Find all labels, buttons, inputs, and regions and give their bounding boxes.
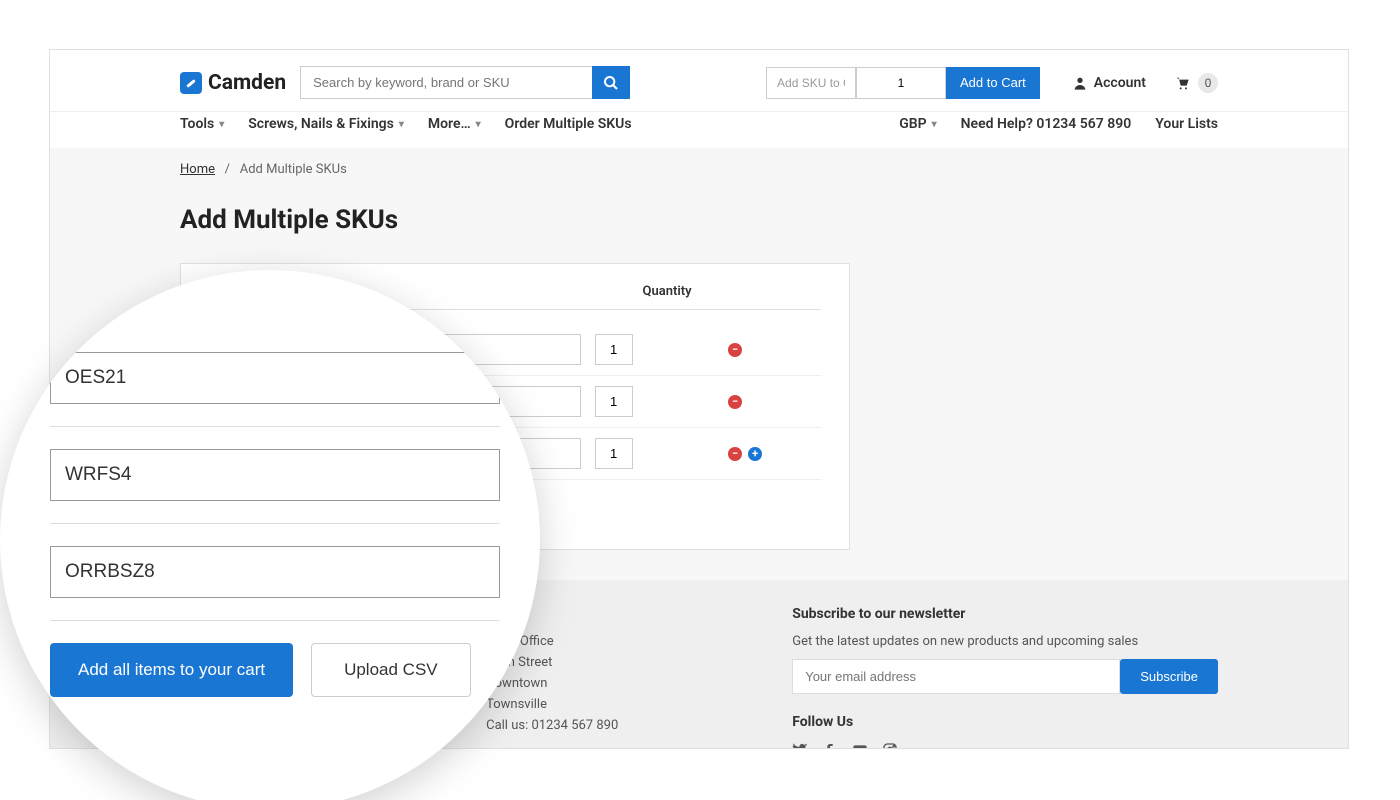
subscribe-button[interactable]: Subscribe — [1120, 659, 1218, 694]
info-list: Head Office Main Street Downtown Townsvi… — [486, 634, 752, 733]
info-line: Call us: 01234 567 890 — [486, 718, 752, 733]
add-to-cart-button[interactable]: Add to Cart — [946, 67, 1040, 99]
sku-input[interactable] — [766, 67, 856, 99]
help-link[interactable]: Need Help? 01234 567 890 — [961, 116, 1132, 132]
breadcrumb-current: Add Multiple SKUs — [240, 162, 347, 177]
mag-row — [50, 330, 500, 427]
logo-text: Camden — [208, 71, 286, 95]
search-button[interactable] — [592, 66, 630, 99]
facebook-icon[interactable] — [822, 742, 838, 749]
qty-field[interactable] — [595, 438, 633, 469]
currency-select[interactable]: GBP▾ — [899, 116, 936, 132]
chevron-down-icon: ▾ — [932, 119, 937, 130]
remove-row-button[interactable]: − — [728, 395, 742, 409]
logo[interactable]: Camden — [180, 71, 286, 95]
cart-icon — [1174, 75, 1190, 91]
your-lists-link[interactable]: Your Lists — [1155, 116, 1218, 132]
cart-link[interactable]: 0 — [1174, 73, 1218, 93]
breadcrumb: Home / Add Multiple SKUs — [50, 148, 1348, 191]
add-row-button[interactable]: + — [748, 447, 762, 461]
info-line: Downtown — [486, 676, 752, 691]
youtube-icon[interactable] — [852, 742, 868, 749]
magnifier-overlay: Add all items to your cart Upload CSV — [0, 270, 540, 800]
follow-title: Follow Us — [792, 714, 1218, 730]
sku-quick-add: Add to Cart — [766, 67, 1040, 99]
newsletter-title: Subscribe to our newsletter — [792, 606, 1218, 622]
info-line: Townsville — [486, 697, 752, 712]
newsletter-sub: Get the latest updates on new products a… — [792, 634, 1218, 649]
mag-row — [50, 524, 500, 621]
col-header-qty: Quantity — [643, 284, 822, 299]
chevron-down-icon: ▾ — [399, 119, 404, 130]
search-input[interactable] — [300, 66, 592, 99]
chevron-down-icon: ▾ — [219, 119, 224, 130]
search-icon — [603, 75, 619, 91]
info-line: Head Office — [486, 634, 752, 649]
nav-tools[interactable]: Tools▾ — [180, 116, 224, 132]
topbar: Camden Add to Cart Account 0 — [50, 50, 1348, 112]
upload-csv-button[interactable]: Upload CSV — [311, 643, 471, 697]
user-icon — [1072, 75, 1088, 91]
chevron-down-icon: ▾ — [476, 119, 481, 130]
account-link[interactable]: Account — [1072, 75, 1146, 91]
add-all-button[interactable]: Add all items to your cart — [50, 643, 293, 697]
navbar: Tools▾ Screws, Nails & Fixings▾ More…▾ O… — [50, 112, 1348, 148]
mag-sku-input[interactable] — [50, 352, 500, 404]
page-title: Add Multiple SKUs — [180, 205, 1218, 235]
nav-more[interactable]: More…▾ — [428, 116, 481, 132]
cart-count: 0 — [1198, 73, 1218, 93]
mag-row — [50, 427, 500, 524]
newsletter-email-input[interactable] — [792, 659, 1120, 694]
qty-field[interactable] — [595, 386, 633, 417]
nav-screws[interactable]: Screws, Nails & Fixings▾ — [248, 116, 404, 132]
info-line: Main Street — [486, 655, 752, 670]
sku-qty-input[interactable] — [856, 67, 946, 99]
search-form — [300, 66, 630, 99]
nav-order-multiple[interactable]: Order Multiple SKUs — [505, 116, 632, 132]
account-label: Account — [1094, 75, 1146, 91]
breadcrumb-home[interactable]: Home — [180, 162, 215, 177]
instagram-icon[interactable] — [882, 742, 898, 749]
mag-sku-input[interactable] — [50, 449, 500, 501]
logo-icon — [180, 72, 202, 94]
mag-sku-input[interactable] — [50, 546, 500, 598]
qty-field[interactable] — [595, 334, 633, 365]
twitter-icon[interactable] — [792, 742, 808, 749]
remove-row-button[interactable]: − — [728, 447, 742, 461]
remove-row-button[interactable]: − — [728, 343, 742, 357]
